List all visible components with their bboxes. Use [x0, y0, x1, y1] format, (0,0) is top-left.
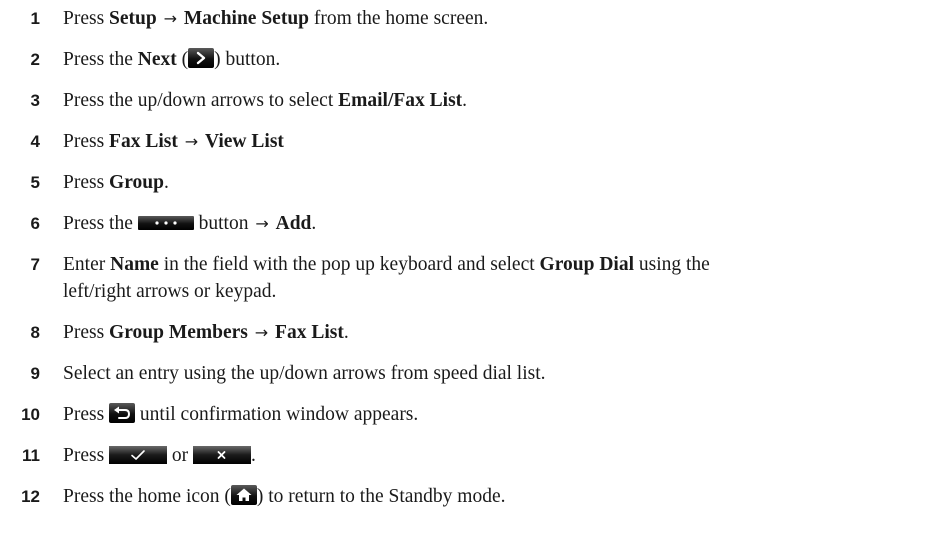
bold-term: Fax List	[109, 131, 178, 152]
bold-term: Setup	[109, 8, 157, 29]
arrow-glyph: →	[254, 323, 269, 342]
text: .	[311, 213, 317, 234]
step-text: Press Setup → Machine Setup from the hom…	[63, 7, 952, 30]
step-text: Press the home icon ( ) to return to the …	[63, 485, 952, 508]
step-number: 10	[21, 405, 40, 424]
text: Press	[63, 131, 110, 152]
bold-term: Group	[109, 172, 164, 193]
step-text: Press the Next ( ) button.	[63, 48, 952, 71]
bold-term: Group Members	[109, 322, 248, 343]
text: .	[251, 445, 256, 466]
step-text: Select an entry using the up/down arrows…	[63, 362, 952, 385]
check-icon	[109, 446, 168, 464]
text: ) to return to the Standby mode.	[256, 486, 506, 507]
text: Press	[63, 322, 110, 343]
bold-term: Add	[275, 213, 312, 234]
step-text: Press the button → Add.	[63, 212, 952, 235]
cancel-icon	[193, 446, 252, 464]
text: or	[167, 445, 194, 466]
step-number: 11	[22, 446, 40, 465]
next-arrow-icon	[188, 48, 215, 68]
text: Press	[63, 445, 110, 466]
text: until confirmation window appears.	[135, 404, 419, 425]
text: button	[193, 213, 254, 234]
bold-term: Group Dial	[539, 254, 634, 275]
step-text: Press the up/down arrows to select Email…	[63, 89, 952, 112]
home-icon	[230, 485, 257, 505]
step-number: 9	[30, 364, 40, 383]
step-number: 8	[30, 323, 40, 342]
text: .	[163, 172, 169, 193]
text: .	[462, 90, 468, 111]
step-number: 4	[30, 132, 40, 151]
step-number: 3	[30, 91, 40, 110]
bold-term: Machine Setup	[183, 8, 310, 29]
text: Press	[63, 172, 110, 193]
bold-term: Email/Fax List	[338, 90, 463, 111]
step-number: 7	[30, 255, 40, 274]
bold-term: Next	[137, 49, 177, 70]
text: Enter	[63, 254, 111, 275]
text: Press	[63, 8, 110, 29]
text: (	[176, 49, 189, 70]
text: Press the	[63, 49, 138, 70]
bold-term: View List	[205, 131, 284, 152]
text: using the	[634, 254, 710, 275]
step-number: 2	[30, 50, 40, 69]
step-text: Press Group Members → Fax List.	[63, 321, 952, 344]
text: Press the	[63, 213, 138, 234]
text: Press the up/down arrows to select	[63, 90, 339, 111]
text: ) button.	[214, 49, 281, 70]
step-number: 1	[30, 9, 40, 28]
arrow-glyph: →	[255, 214, 269, 233]
step-number: 6	[30, 214, 40, 233]
procedure-steps: 1 Press Setup → Machine Setup from the h…	[0, 0, 952, 535]
bold-term: Name	[110, 254, 159, 275]
step-text: Press Fax List → View List	[63, 130, 952, 153]
arrow-glyph: →	[163, 9, 178, 28]
text: .	[343, 322, 349, 343]
text: Select an entry using the up/down arrows…	[63, 363, 546, 384]
step-number: 12	[21, 487, 40, 506]
text: Press the home icon (	[63, 486, 231, 507]
text: in the field with the pop up keyboard an…	[158, 254, 540, 275]
more-icon	[137, 216, 194, 230]
step-text: left/right arrows or keypad.	[63, 281, 277, 302]
back-icon	[109, 403, 136, 423]
step-text: Enter Name in the field with the pop up …	[63, 253, 952, 276]
text: from the home screen.	[309, 8, 489, 29]
arrow-glyph: →	[184, 132, 199, 151]
bold-term: Fax List	[275, 322, 344, 343]
text: Press	[63, 404, 110, 425]
step-text: Press until confirmation window appears.	[63, 403, 952, 426]
step-number: 5	[30, 173, 40, 192]
step-text: Press or .	[63, 444, 952, 467]
step-text: Press Group.	[63, 171, 952, 194]
